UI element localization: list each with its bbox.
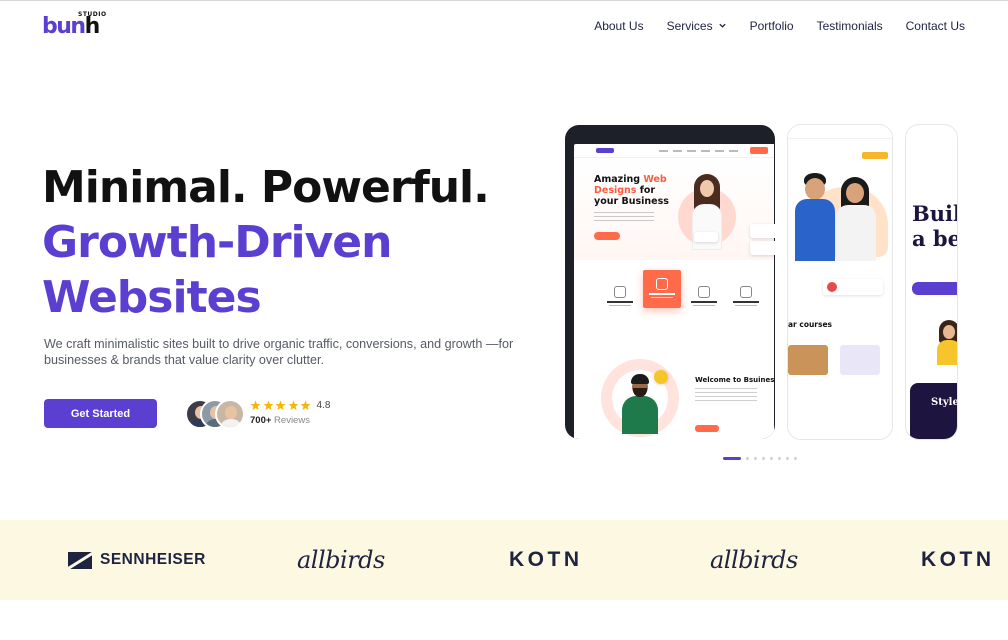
showcase-card-main[interactable]: Amazing Web Designs for your Business We…: [565, 125, 775, 439]
hero-description: We craft minimalistic sites built to dri…: [44, 337, 514, 367]
logo-allbirds: allbirds: [710, 546, 798, 574]
rating-stars: 4.8: [250, 400, 330, 411]
nav-contact-us[interactable]: Contact Us: [906, 18, 965, 34]
showcase-card-fashion[interactable]: Buila be Styles: [905, 124, 958, 440]
hero-headline: Minimal. Powerful. Growth-Driven Website…: [42, 160, 490, 325]
top-border: [0, 0, 1008, 1]
star-icon: [300, 400, 311, 411]
hero-line-2: Growth-Driven: [42, 217, 392, 268]
carousel-dot[interactable]: [754, 457, 757, 460]
nav-services[interactable]: Services: [667, 18, 727, 34]
hero-line-1: Minimal. Powerful.: [42, 162, 490, 213]
get-started-button[interactable]: Get Started: [44, 399, 157, 428]
carousel-dot[interactable]: [762, 457, 765, 460]
mock-fashion-headline: Buil a be: [912, 201, 958, 251]
reviews-count: 700+ Reviews: [250, 415, 310, 426]
sennheiser-mark-icon: [68, 551, 92, 569]
star-icon: [275, 400, 286, 411]
nav-portfolio[interactable]: Portfolio: [750, 18, 794, 34]
logo-kotn: KOTN: [509, 548, 583, 571]
carousel-dot[interactable]: [723, 457, 741, 460]
reviewer-avatars: [185, 399, 247, 429]
logo-studio-text: STUDIO: [78, 11, 107, 18]
partner-logos-strip: SENNHEISER allbirds KOTN allbirds KOTN: [0, 520, 1008, 600]
mock-student: [834, 177, 878, 261]
carousel-dot[interactable]: [746, 457, 749, 460]
star-icon: [263, 400, 273, 411]
rating-value: 4.8: [316, 400, 331, 411]
mock-navbar: [574, 144, 774, 158]
avatar: [215, 399, 245, 429]
carousel-dot[interactable]: [778, 457, 781, 460]
mock-website-screen: Amazing Web Designs for your Business We…: [574, 144, 775, 439]
carousel-dot[interactable]: [794, 457, 797, 460]
nav-testimonials[interactable]: Testimonials: [817, 18, 883, 34]
hero-line-3: Websites: [42, 272, 262, 323]
star-icon: [250, 400, 261, 411]
mock-student: [794, 173, 836, 261]
mock-courses-heading: ar courses: [788, 320, 833, 329]
mock-fashion-person: [937, 320, 957, 365]
carousel-dot[interactable]: [786, 457, 789, 460]
brand-logo[interactable]: bunh STUDIO: [42, 10, 106, 40]
carousel-dots: [723, 457, 802, 460]
star-icon: [288, 400, 298, 411]
mock-styles-text: Styles: [931, 397, 957, 408]
mock-features-row: [574, 270, 774, 330]
showcase-card-education[interactable]: ar courses: [787, 124, 893, 440]
logo-allbirds: allbirds: [297, 546, 385, 574]
nav-about-us[interactable]: About Us: [594, 18, 643, 34]
mock-welcome-person: [620, 374, 660, 434]
mock-welcome-title: Welcome to Bsuiness: [695, 376, 775, 384]
logo-sennheiser: SENNHEISER: [68, 520, 206, 600]
chevron-down-icon: [718, 23, 726, 28]
carousel-dot[interactable]: [770, 457, 773, 460]
logo-kotn: KOTN: [921, 548, 995, 571]
main-nav: About Us Services Portfolio Testimonials…: [571, 18, 965, 34]
mock-hero-title: Amazing Web Designs for your Business: [594, 174, 669, 207]
